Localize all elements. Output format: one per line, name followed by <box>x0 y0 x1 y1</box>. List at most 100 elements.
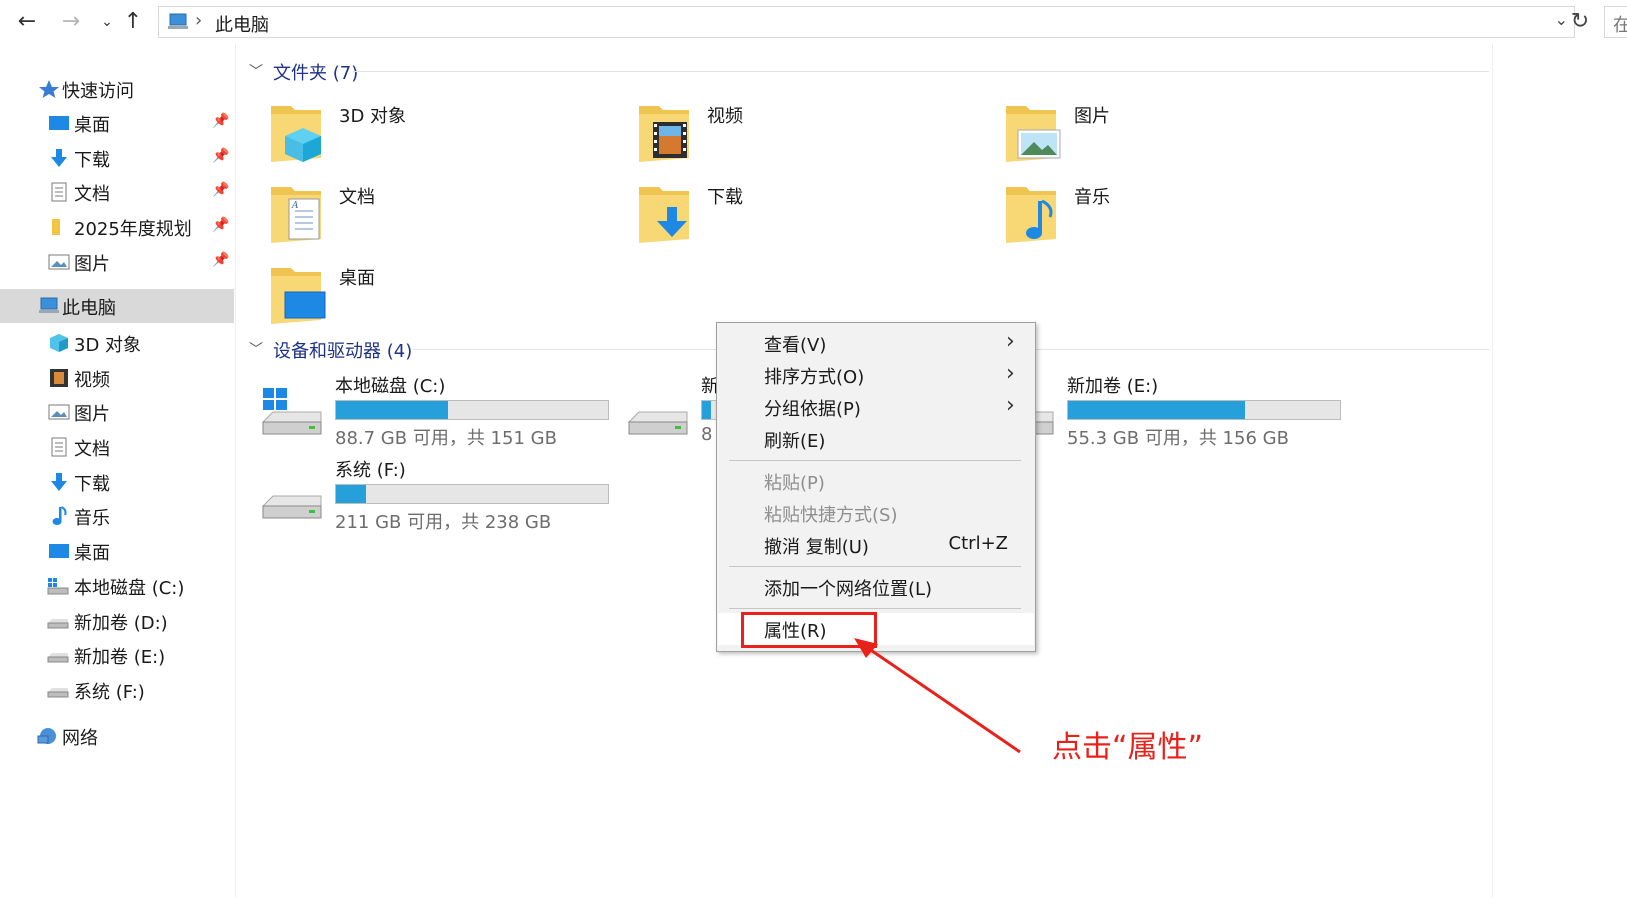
drive-usage-fill <box>702 401 711 419</box>
system-drive-icon <box>261 386 325 438</box>
sidebar-item-label: 新加卷 (D:) <box>74 613 168 634</box>
sidebar-item-drive-d[interactable]: 新加卷 (D:) <box>0 604 234 638</box>
menu-item-group-by[interactable]: 分组依据(P) › <box>718 391 1034 423</box>
3d-objects-folder-icon <box>269 100 329 164</box>
menu-item-paste-shortcut[interactable]: 粘贴快捷方式(S) <box>718 497 1034 529</box>
content-right-border <box>1492 44 1493 898</box>
chevron-down-icon[interactable]: ﹀ <box>249 61 263 81</box>
sidebar-item-label: 音乐 <box>74 508 110 529</box>
sidebar-item-drive-e[interactable]: 新加卷 (E:) <box>0 638 234 672</box>
menu-item-label: 粘贴快捷方式(S) <box>764 505 898 526</box>
sidebar-item-drive-f[interactable]: 系统 (F:) <box>0 673 234 707</box>
folder-videos[interactable]: 视频 <box>637 100 997 170</box>
3d-objects-icon <box>48 333 70 353</box>
sidebar-quick-access[interactable]: 快速访问 <box>0 72 234 106</box>
sidebar-item-pictures[interactable]: 图片 📌 <box>0 245 234 279</box>
folder-name: 文档 <box>339 187 375 208</box>
breadcrumb-this-pc[interactable]: 此电脑 <box>215 11 269 37</box>
refresh-button[interactable]: ↻ <box>1565 8 1595 36</box>
folder-desktop[interactable]: 桌面 <box>269 262 629 332</box>
folder-3d-objects[interactable]: 3D 对象 <box>269 100 629 170</box>
menu-item-sort-by[interactable]: 排序方式(O) › <box>718 359 1034 391</box>
navigation-pane: 快速访问 桌面 📌 下载 📌 文档 📌 2025年度规划 📌 图片 📌 此电脑 … <box>0 44 236 898</box>
menu-item-shortcut: Ctrl+Z <box>948 533 1008 554</box>
drive-icon <box>46 680 69 700</box>
sidebar-item-videos[interactable]: 视频 <box>0 361 234 395</box>
sidebar-item-desktop-pc[interactable]: 桌面 <box>0 534 234 568</box>
sidebar-item-label: 系统 (F:) <box>74 682 145 703</box>
drive-name: 系统 (F:) <box>335 460 406 481</box>
folder-name: 桌面 <box>339 268 375 289</box>
drive-icon <box>261 470 325 522</box>
sidebar-item-downloads-pc[interactable]: 下载 <box>0 465 234 499</box>
sidebar-item-label: 新加卷 (E:) <box>74 647 166 668</box>
sidebar-item-label: 2025年度规划 <box>74 219 192 240</box>
context-menu: 查看(V) › 排序方式(O) › 分组依据(P) › 刷新(E) 粘贴(P) … <box>716 322 1036 652</box>
sidebar-item-this-pc[interactable]: 此电脑 <box>0 289 234 323</box>
menu-item-view[interactable]: 查看(V) › <box>718 327 1034 359</box>
sidebar-item-label: 桌面 <box>74 543 110 564</box>
drive-size-text: 55.3 GB 可用，共 156 GB <box>1067 428 1289 449</box>
drive-e[interactable]: 新加卷 (E:) 55.3 GB 可用，共 156 GB <box>993 372 1353 452</box>
menu-item-label: 刷新(E) <box>764 431 826 452</box>
folder-pictures[interactable]: 图片 <box>1004 100 1364 170</box>
picture-icon <box>48 402 70 422</box>
menu-item-refresh[interactable]: 刷新(E) <box>718 423 1034 455</box>
drive-f[interactable]: 系统 (F:) 211 GB 可用，共 238 GB <box>261 456 621 536</box>
sidebar-item-label: 图片 <box>74 254 110 275</box>
folder-documents[interactable]: A 文档 <box>269 181 629 251</box>
folder-music[interactable]: 音乐 <box>1004 181 1364 251</box>
drive-size-text: 88.7 GB 可用，共 151 GB <box>335 428 557 449</box>
document-icon <box>48 182 70 202</box>
sidebar-item-label: 此电脑 <box>62 298 116 319</box>
up-button[interactable]: ↑ <box>118 8 148 36</box>
sidebar-item-pictures-pc[interactable]: 图片 <box>0 395 234 429</box>
svg-text:A: A <box>291 201 299 211</box>
pin-icon[interactable]: 📌 <box>212 148 229 164</box>
pin-icon[interactable]: 📌 <box>212 252 229 268</box>
sidebar-item-network[interactable]: 网络 <box>0 719 234 753</box>
sidebar-item-documents[interactable]: 文档 📌 <box>0 175 234 209</box>
sidebar-item-2025-plan[interactable]: 2025年度规划 📌 <box>0 210 234 244</box>
chevron-down-icon[interactable]: ﹀ <box>249 339 263 359</box>
pin-icon[interactable]: 📌 <box>212 113 229 129</box>
network-icon <box>36 726 58 746</box>
menu-item-label: 粘贴(P) <box>764 473 825 494</box>
sidebar-item-music[interactable]: 音乐 <box>0 499 234 533</box>
search-input[interactable]: 在 <box>1604 6 1627 38</box>
star-icon <box>38 79 60 99</box>
sidebar-item-label: 本地磁盘 (C:) <box>74 578 185 599</box>
annotation-arrow-icon <box>854 638 1021 754</box>
menu-item-add-network-location[interactable]: 添加一个网络位置(L) <box>718 571 1034 603</box>
pin-icon[interactable]: 📌 <box>212 217 229 233</box>
drive-c[interactable]: 本地磁盘 (C:) 88.7 GB 可用，共 151 GB <box>261 372 621 452</box>
menu-separator <box>729 566 1021 567</box>
pin-icon[interactable]: 📌 <box>212 182 229 198</box>
sidebar-item-label: 视频 <box>74 370 110 391</box>
video-folder-icon <box>637 100 697 164</box>
menu-separator <box>729 460 1021 461</box>
sidebar-item-label: 下载 <box>74 474 110 495</box>
download-icon <box>48 148 70 168</box>
sidebar-item-downloads[interactable]: 下载 📌 <box>0 141 234 175</box>
menu-item-paste[interactable]: 粘贴(P) <box>718 465 1034 497</box>
menu-item-label: 添加一个网络位置(L) <box>764 579 933 600</box>
folder-name: 下载 <box>707 187 743 208</box>
menu-item-undo-copy[interactable]: 撤消 复制(U) Ctrl+Z <box>718 529 1034 561</box>
group-header-folders[interactable]: ﹀ 文件夹 (7) <box>249 57 1489 87</box>
folder-downloads[interactable]: 下载 <box>637 181 997 251</box>
sidebar-item-desktop[interactable]: 桌面 📌 <box>0 106 234 140</box>
chevron-right-icon: › <box>1006 329 1015 354</box>
address-field[interactable]: › 此电脑 ⌄ <box>158 6 1575 38</box>
sidebar-item-drive-c[interactable]: 本地磁盘 (C:) <box>0 569 234 603</box>
drive-name: 本地磁盘 (C:) <box>335 376 446 397</box>
forward-button[interactable]: → <box>56 8 86 36</box>
sidebar-item-documents-pc[interactable]: 文档 <box>0 430 234 464</box>
sidebar-item-3d-objects[interactable]: 3D 对象 <box>0 326 234 360</box>
folder-name: 音乐 <box>1074 187 1110 208</box>
drive-name: 新加卷 (E:) <box>1067 376 1159 397</box>
this-pc-icon <box>167 13 189 36</box>
back-button[interactable]: ← <box>12 8 42 36</box>
document-folder-icon: A <box>269 181 329 245</box>
drive-size-text: 211 GB 可用，共 238 GB <box>335 512 552 533</box>
